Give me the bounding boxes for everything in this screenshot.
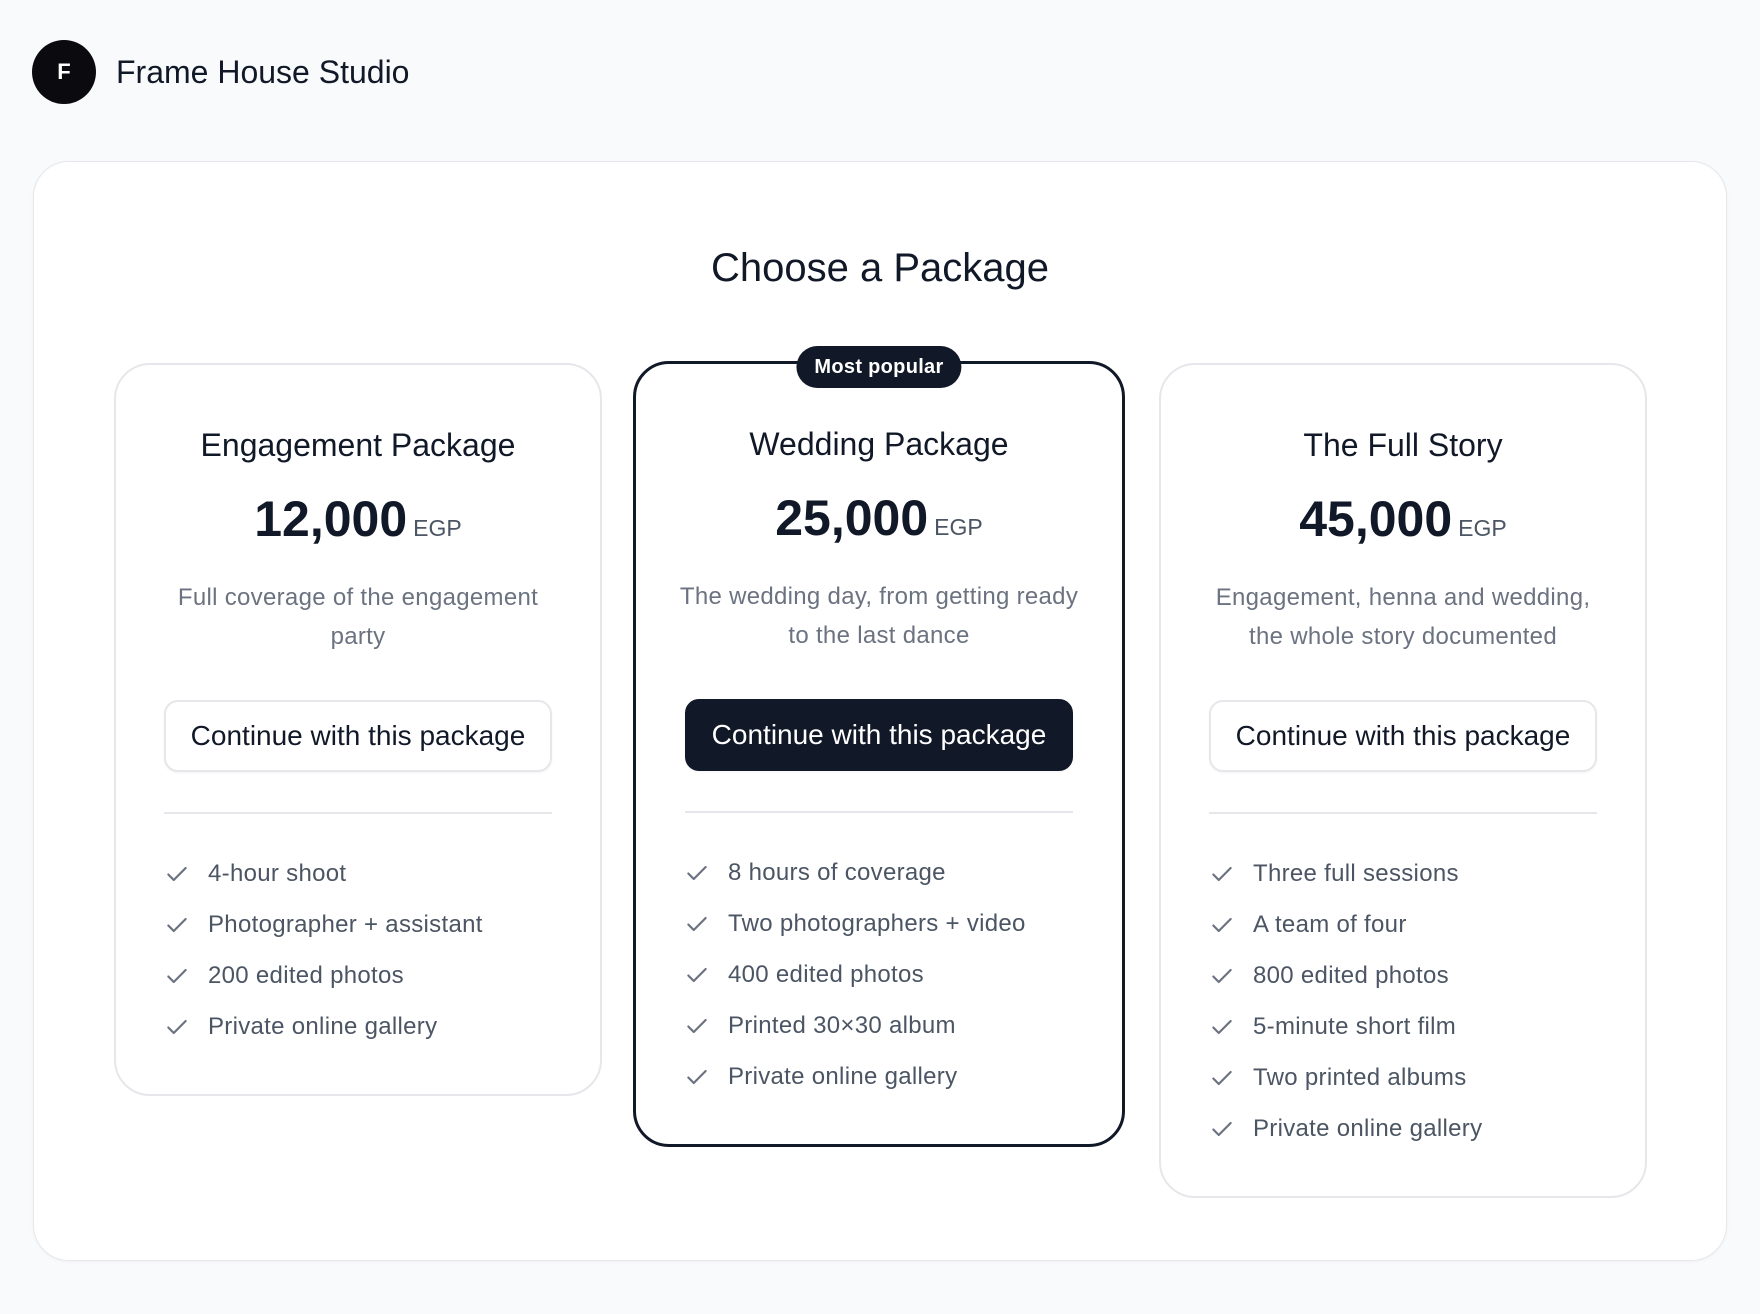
feature-label: 4-hour shoot <box>208 859 347 887</box>
checkmark-icon <box>687 916 707 931</box>
checkmark-icon <box>167 968 187 983</box>
feature-label: 400 edited photos <box>728 960 924 988</box>
most-popular-badge: Most popular <box>796 346 962 388</box>
package-description: Engagement, henna and wedding, the whole… <box>1215 584 1591 650</box>
card-divider <box>685 811 1073 813</box>
feature-list: 4-hour shoot Photographer + assistant 20… <box>164 848 600 1094</box>
feature-label: Three full sessions <box>1253 859 1459 887</box>
checkmark-icon <box>167 917 187 932</box>
feature-label: Private online gallery <box>1253 1114 1483 1142</box>
package-price-row: 12,000 EGP <box>116 494 600 544</box>
package-price-row: 45,000 EGP <box>1161 494 1645 544</box>
checkmark-icon <box>1212 1019 1232 1034</box>
feature-label: 200 edited photos <box>208 961 404 989</box>
feature-label: Printed 30×30 album <box>728 1011 956 1039</box>
feature-item: 8 hours of coverage <box>684 847 1122 898</box>
feature-list: Three full sessions A team of four 800 e… <box>1209 848 1645 1196</box>
checkmark-icon <box>687 1069 707 1084</box>
app-header: F Frame House Studio <box>32 40 409 104</box>
card-divider <box>164 812 552 814</box>
feature-item: Private online gallery <box>684 1051 1122 1102</box>
feature-item: Private online gallery <box>164 1001 600 1052</box>
package-name: Engagement Package <box>200 427 516 463</box>
checkmark-icon <box>1212 866 1232 881</box>
brand-logo-letter: F <box>57 59 71 84</box>
brand-logo[interactable]: F <box>32 40 96 104</box>
feature-list: 8 hours of coverage Two photographers + … <box>684 847 1122 1144</box>
checkmark-icon <box>1212 917 1232 932</box>
package-name: Wedding Package <box>749 426 1009 462</box>
package-currency: EGP <box>1458 515 1507 541</box>
package-name: The Full Story <box>1303 427 1503 463</box>
package-card-full-story: The Full Story 45,000 EGP Engagement, hen… <box>1159 363 1647 1198</box>
feature-item: 800 edited photos <box>1209 950 1645 1001</box>
package-description: The wedding day, from getting ready to t… <box>679 583 1079 649</box>
package-price: 45,000 <box>1299 491 1453 547</box>
package-price-row: 25,000 EGP <box>636 493 1122 543</box>
card-divider <box>1209 812 1597 814</box>
feature-item: Two printed albums <box>1209 1052 1645 1103</box>
feature-item: Private online gallery <box>1209 1103 1645 1154</box>
feature-item: 200 edited photos <box>164 950 600 1001</box>
continue-engagement-button[interactable]: Continue with this package <box>164 700 552 772</box>
feature-label: Photographer + assistant <box>208 910 483 938</box>
checkmark-icon <box>1212 1121 1232 1136</box>
feature-item: Two photographers + video <box>684 898 1122 949</box>
feature-label: 5-minute short film <box>1253 1012 1457 1040</box>
checkmark-icon <box>167 866 187 881</box>
feature-item: 400 edited photos <box>684 949 1122 1000</box>
package-price: 12,000 <box>254 491 408 547</box>
feature-item: 5-minute short film <box>1209 1001 1645 1052</box>
checkmark-icon <box>167 1019 187 1034</box>
feature-item: Photographer + assistant <box>164 899 600 950</box>
feature-item: Printed 30×30 album <box>684 1000 1122 1051</box>
feature-item: Three full sessions <box>1209 848 1645 899</box>
feature-item: A team of four <box>1209 899 1645 950</box>
package-selection-panel: Choose a Package Engagement Package 12,0… <box>33 161 1727 1261</box>
feature-label: Two printed albums <box>1253 1063 1467 1091</box>
package-currency: EGP <box>413 515 462 541</box>
package-card-engagement: Engagement Package 12,000 EGP Full covera… <box>114 363 602 1096</box>
checkmark-icon <box>1212 1070 1232 1085</box>
checkmark-icon <box>687 967 707 982</box>
feature-label: Private online gallery <box>728 1062 958 1090</box>
page-title: Choose a Package <box>710 246 1049 290</box>
package-currency: EGP <box>934 514 983 540</box>
continue-full-story-button[interactable]: Continue with this package <box>1209 700 1597 772</box>
checkmark-icon <box>687 1018 707 1033</box>
feature-label: Two photographers + video <box>728 909 1026 937</box>
package-description: Full coverage of the engagement party <box>177 584 539 650</box>
feature-label: 800 edited photos <box>1253 961 1449 989</box>
checkmark-icon <box>687 865 707 880</box>
continue-wedding-button[interactable]: Continue with this package <box>685 699 1073 771</box>
brand-name: Frame House Studio <box>116 53 410 90</box>
checkmark-icon <box>1212 968 1232 983</box>
package-price: 25,000 <box>775 490 929 546</box>
feature-label: Private online gallery <box>208 1012 438 1040</box>
package-card-wedding: Most popular Wedding Package 25,000 EGP T… <box>633 346 1125 1147</box>
feature-item: 4-hour shoot <box>164 848 600 899</box>
feature-label: A team of four <box>1253 910 1407 938</box>
feature-label: 8 hours of coverage <box>728 858 946 886</box>
